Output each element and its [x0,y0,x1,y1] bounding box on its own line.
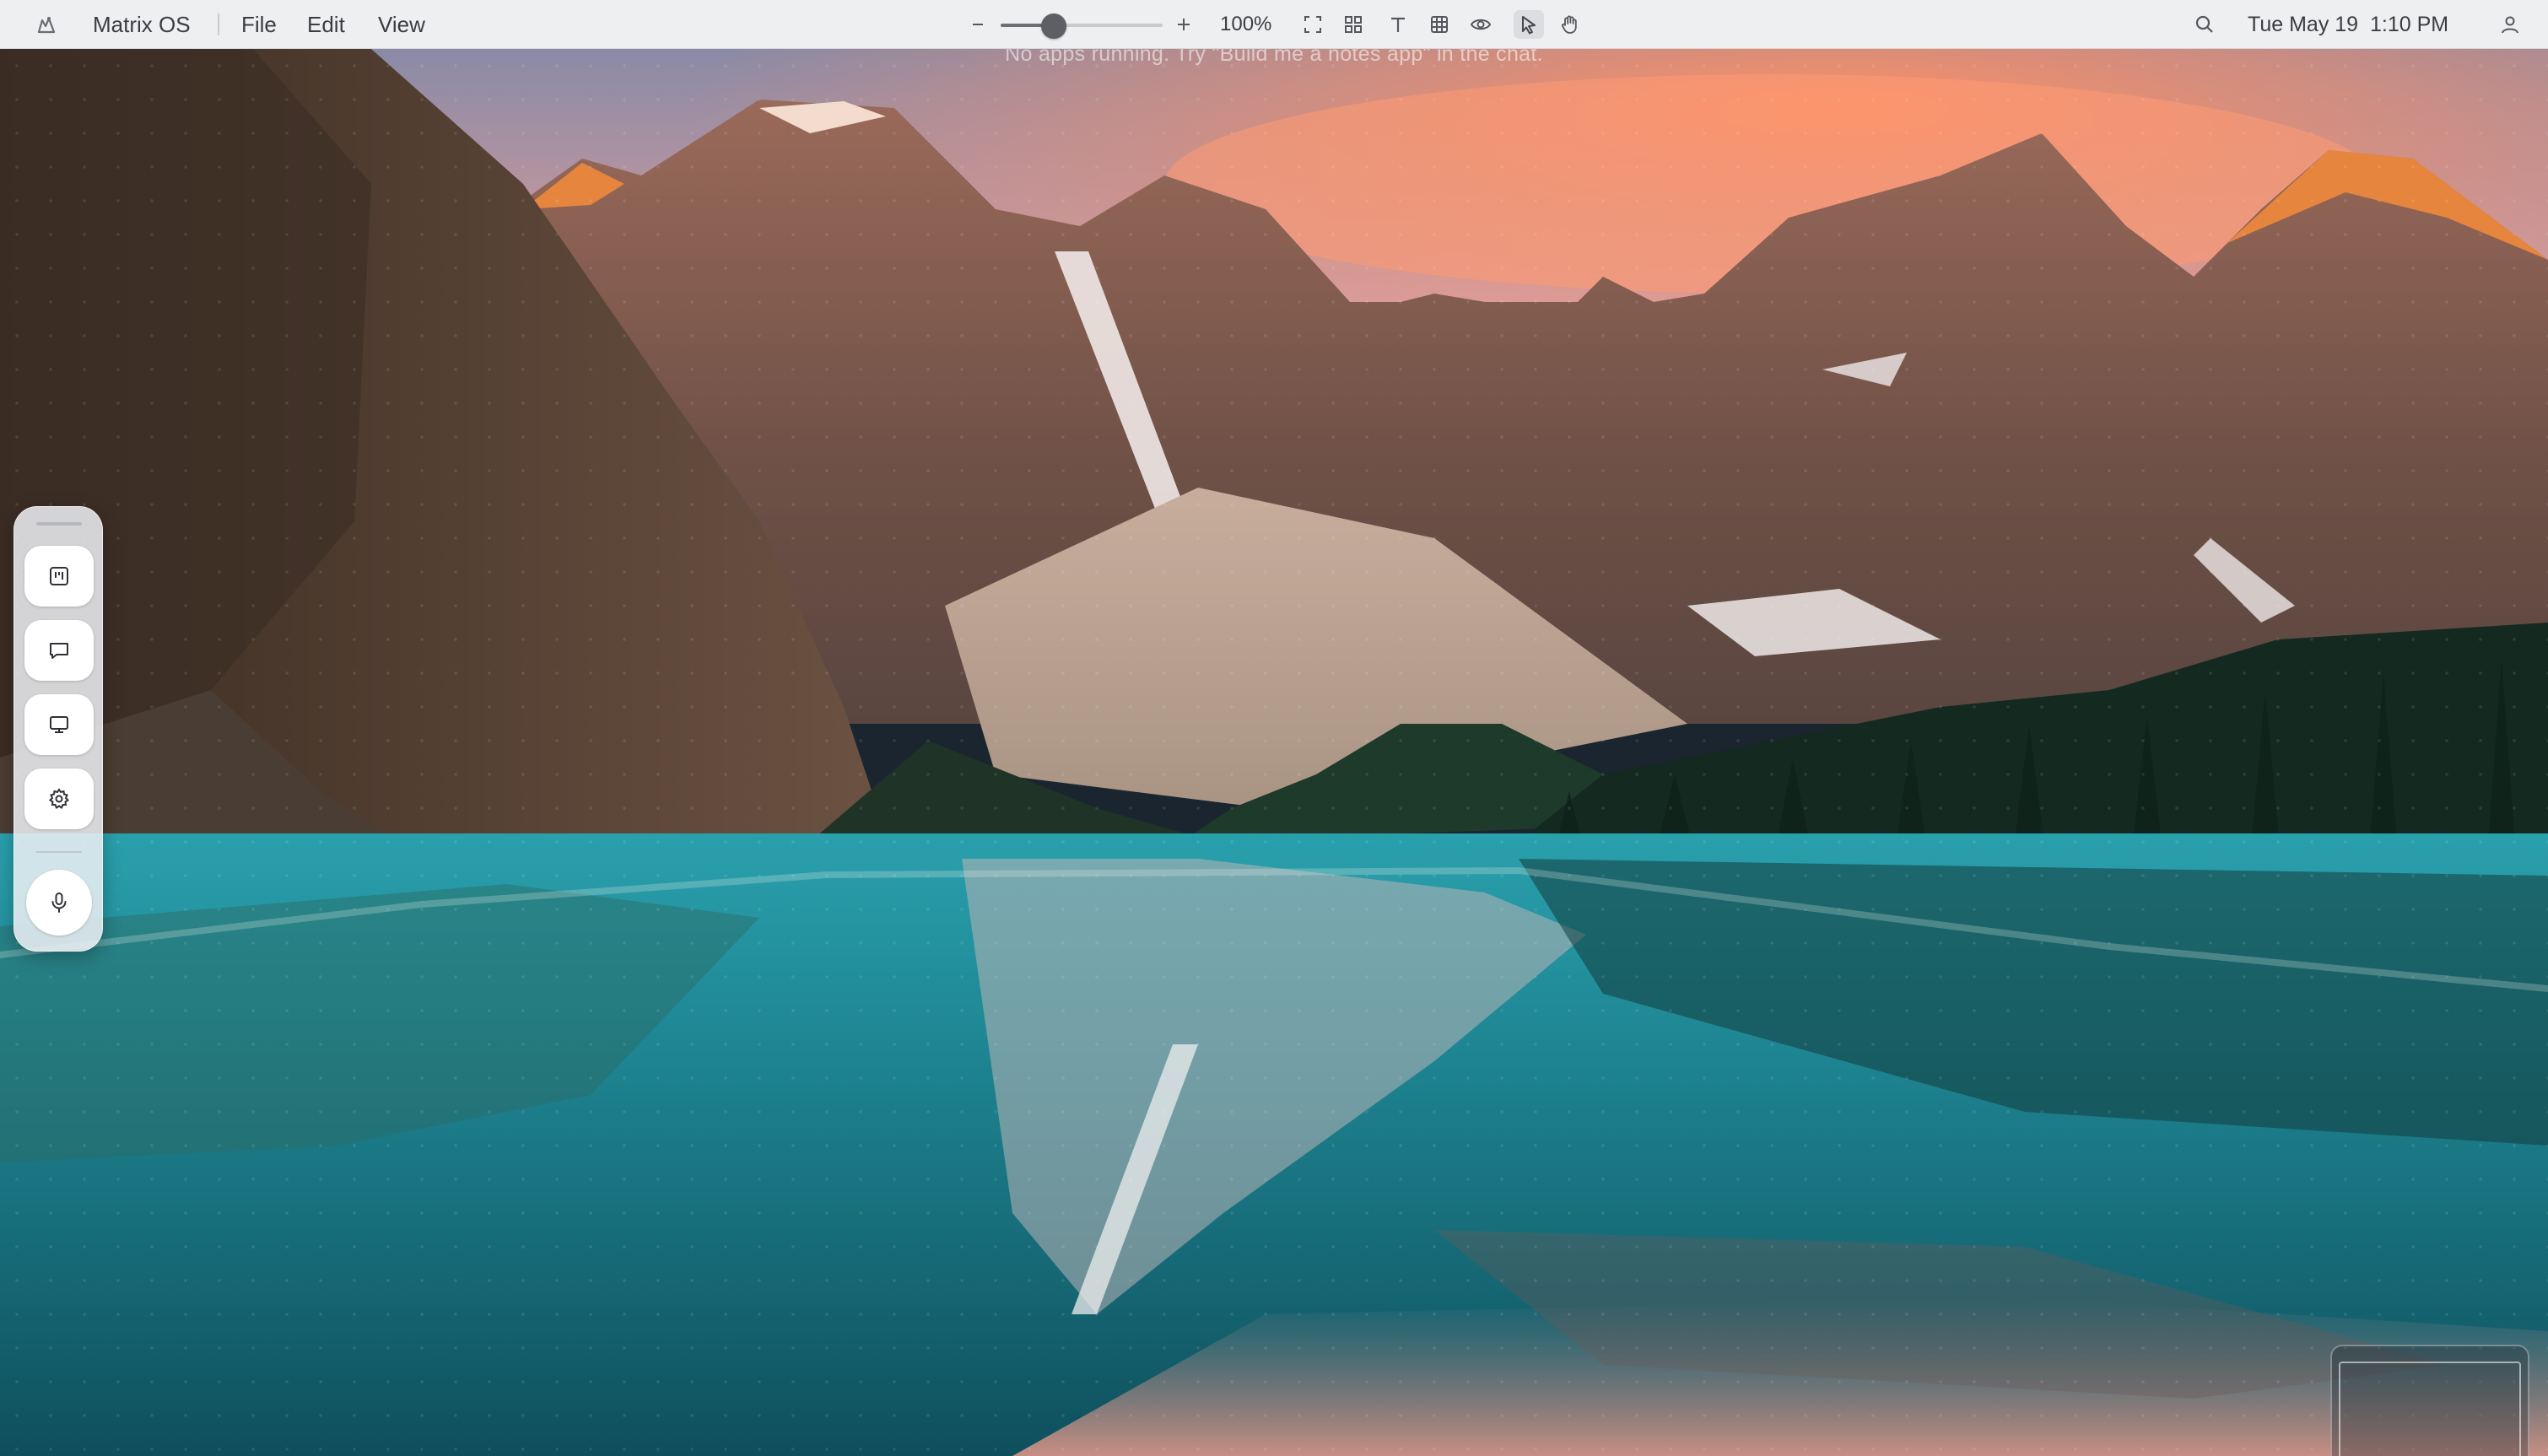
dock-drag-handle[interactable] [36,522,82,526]
matrix-logo-icon[interactable] [34,12,59,37]
menu-file[interactable]: File [241,0,277,49]
microphone-icon [51,892,67,913]
text-tool-icon[interactable] [1385,12,1411,37]
app-dock [13,506,103,952]
zoom-slider-thumb[interactable] [1041,13,1066,39]
monitor-icon [50,716,68,733]
menubar-clock[interactable]: Tue May 19 1:10 PM [2248,0,2448,49]
kanban-board-icon [50,567,68,585]
user-account-icon[interactable] [2497,12,2523,37]
app-name: Matrix OS [93,12,191,37]
desktop-canvas[interactable]: No apps running. Try "Build me a notes a… [0,49,2548,1456]
canvas-dot-grid [0,49,2548,1456]
pointer-tool-icon[interactable] [1514,10,1544,39]
fit-screen-icon[interactable] [1300,12,1325,37]
menubar-divider [218,13,219,35]
gear-icon [48,788,70,809]
eye-icon[interactable] [1468,12,1493,37]
dock-settings-button[interactable] [24,768,94,829]
menu-bar: Matrix OS File Edit View 100% Tue May 19… [0,0,2548,49]
minimap-viewport[interactable] [2339,1362,2521,1456]
dock-chat-button[interactable] [24,620,94,681]
chat-bubble-icon [50,643,68,659]
canvas-minimap[interactable] [2330,1345,2529,1456]
menu-edit[interactable]: Edit [307,0,345,49]
dock-monitor-button[interactable] [24,694,94,755]
menu-view[interactable]: View [378,0,425,49]
empty-canvas-hint: No apps running. Try "Build me a notes a… [1005,49,1543,66]
table-icon[interactable] [1427,12,1452,37]
zoom-in-icon[interactable] [1171,12,1196,37]
dock-separator [36,851,82,853]
hand-tool-icon[interactable] [1557,12,1583,37]
zoom-out-icon[interactable] [965,12,991,37]
search-icon[interactable] [2192,12,2217,37]
grid-layout-icon[interactable] [1341,12,1366,37]
zoom-level[interactable]: 100% [1220,0,1271,49]
dock-mic-button[interactable] [26,870,92,936]
dock-kanban-button[interactable] [24,546,94,607]
